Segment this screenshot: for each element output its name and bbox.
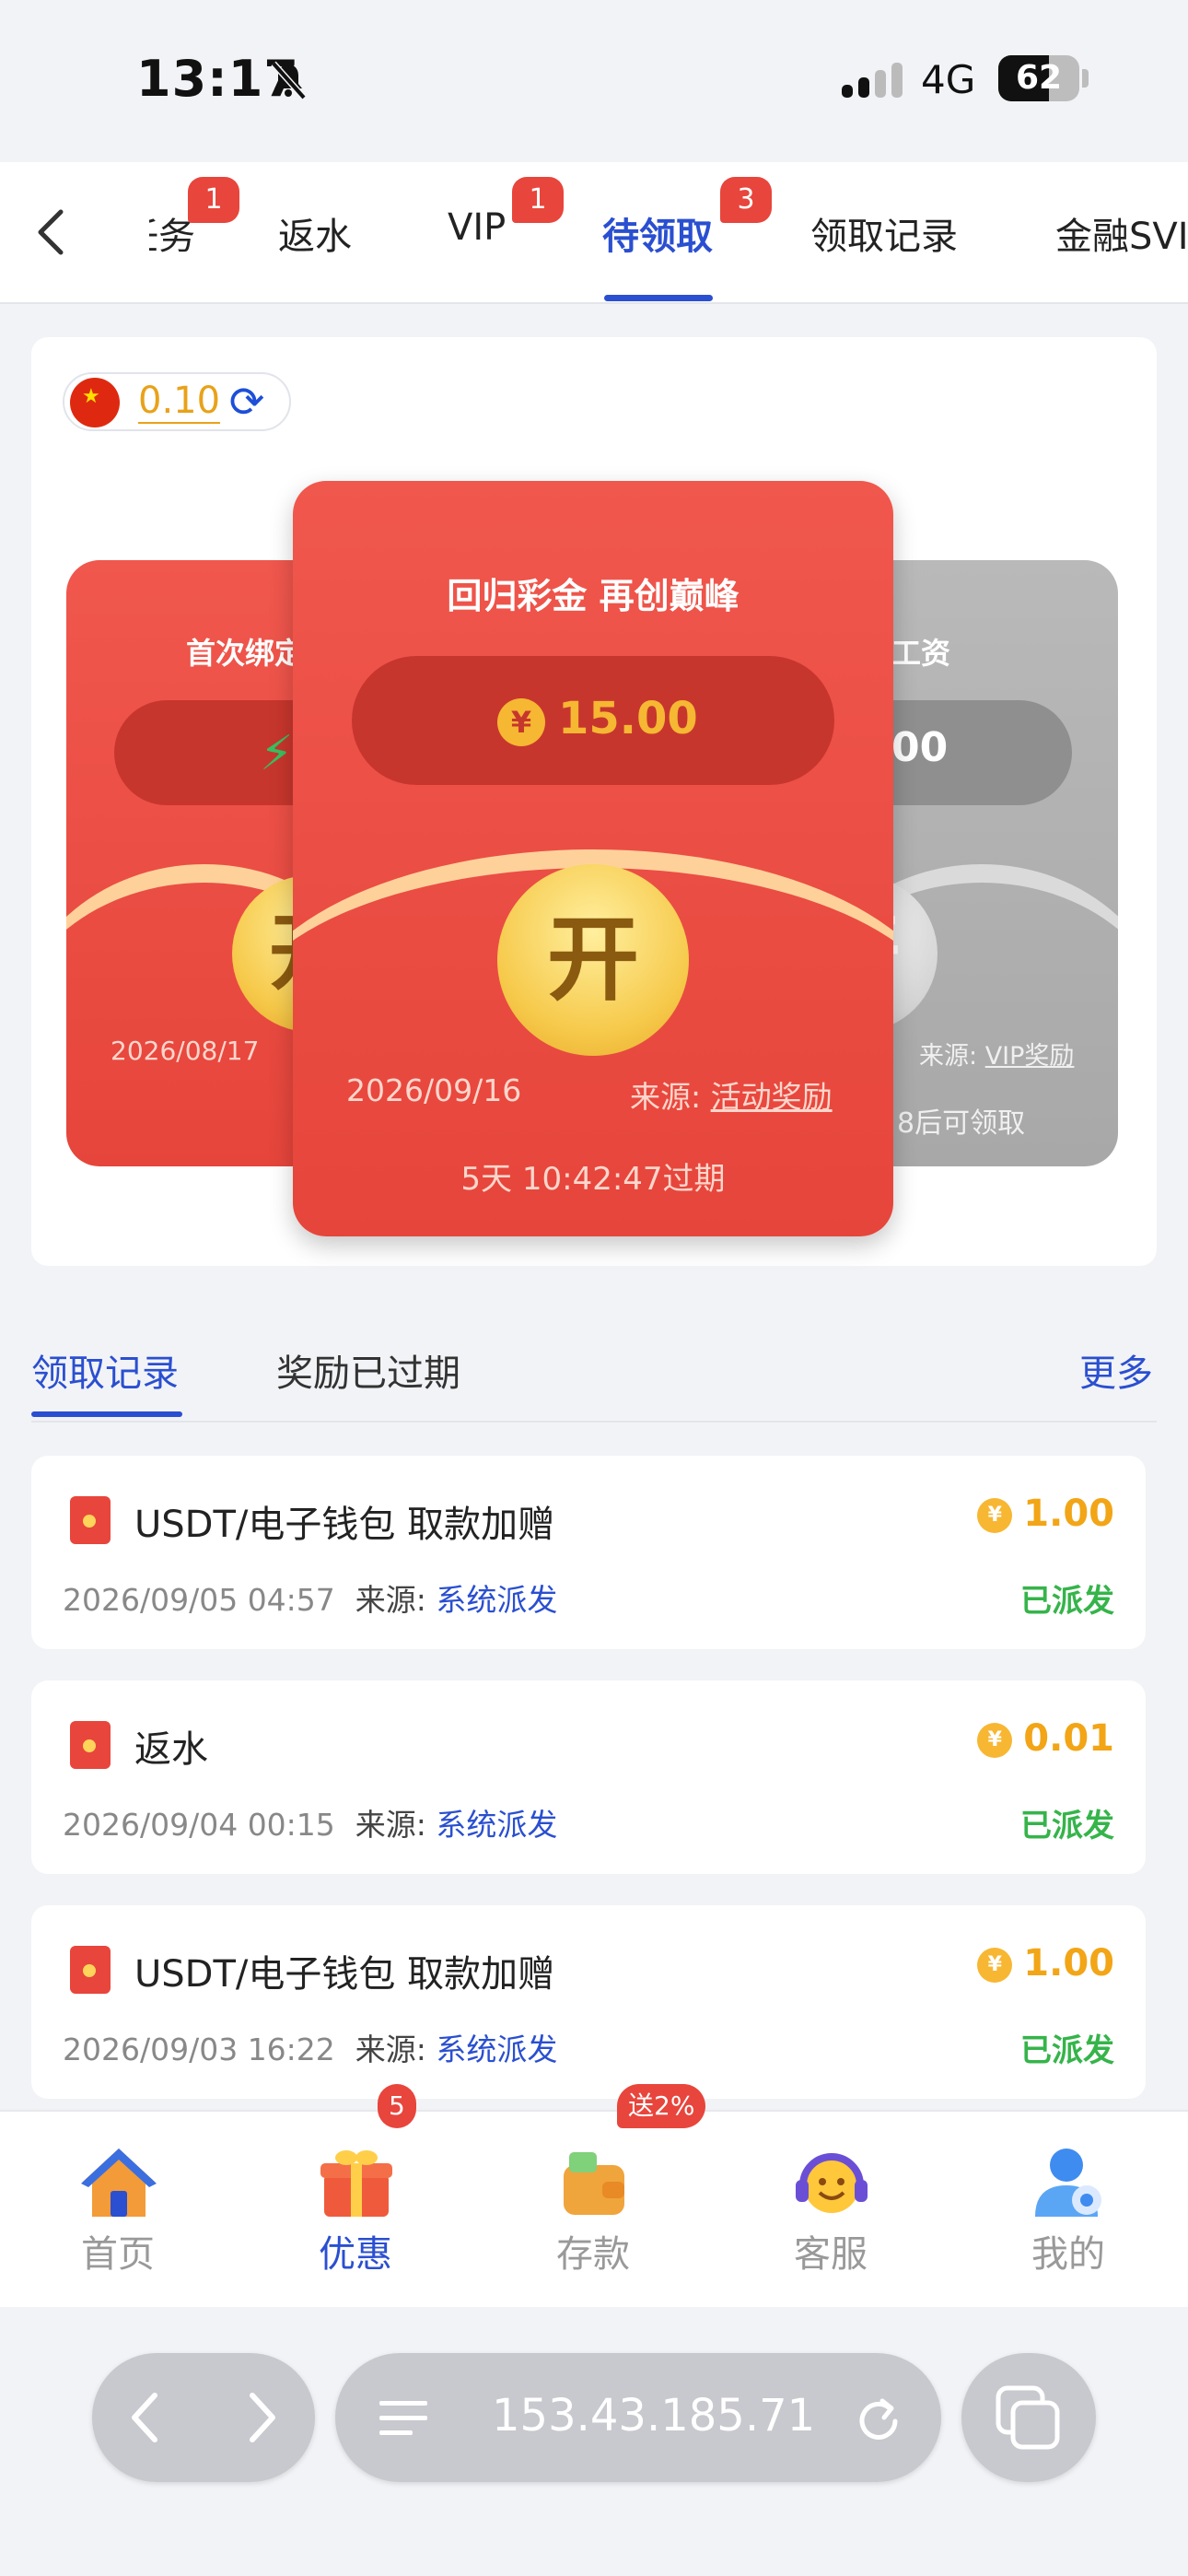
envelope-center-open-button[interactable]: 开	[497, 864, 689, 1056]
envelope-right-title: 工资	[891, 636, 951, 671]
nav-promotions-badge: 5	[378, 2084, 416, 2128]
record-amount: ¥1.00	[977, 1493, 1114, 1535]
record-meta: 2026/09/05 04:57 来源: 系统派发	[63, 1582, 558, 1618]
nav-deposit-label: 存款	[556, 2233, 630, 2276]
subtab-claim-history[interactable]: 领取记录	[31, 1343, 179, 1397]
record-meta: 2026/09/03 16:22 来源: 系统派发	[63, 2032, 558, 2067]
record-meta: 2026/09/04 00:15 来源: 系统派发	[63, 1807, 558, 1843]
record-status: 已派发	[1020, 1583, 1114, 1620]
record-item[interactable]: USDT/电子钱包 取款加赠 2026/09/05 04:57 来源: 系统派发 …	[31, 1456, 1146, 1649]
subtab-expired[interactable]: 奖励已过期	[276, 1343, 460, 1397]
battery-percent: 62	[1015, 59, 1063, 97]
tab-finance-svip[interactable]: 金融SVIP	[1055, 206, 1188, 260]
refresh-icon[interactable]: ⟳	[221, 376, 273, 427]
browser-forward-icon[interactable]	[243, 2390, 280, 2445]
record-amount: ¥1.00	[977, 1942, 1114, 1985]
tab-tasks-badge: 1	[188, 177, 239, 223]
browser-history-buttons	[92, 2353, 315, 2482]
tab-tasks[interactable]: 任务	[149, 206, 195, 260]
record-amount: ¥0.01	[977, 1717, 1114, 1760]
battery-tip	[1082, 69, 1089, 88]
envelope-center-source: 来源: 活动奖励	[630, 1079, 833, 1115]
yen-icon: ¥	[977, 1498, 1013, 1533]
bell-muted-icon	[271, 61, 307, 100]
envelope-left-title: 首次绑定	[186, 636, 305, 671]
tabs-icon	[996, 2385, 1060, 2450]
tab-vip-badge: 1	[512, 177, 564, 223]
record-title: USDT/电子钱包 取款加赠	[134, 1504, 555, 1546]
nav-home[interactable]: 首页	[26, 2112, 210, 2309]
network-type: 4G	[921, 57, 976, 102]
promo-tab-bar: 任务 1 返水 VIP 1 待领取 3 领取记录 金融SVIP	[0, 162, 1188, 304]
lightning-icon: ⚡	[260, 726, 294, 781]
nav-home-label: 首页	[81, 2233, 155, 2276]
back-chevron-icon[interactable]	[33, 206, 70, 258]
balance-value: 0.10	[138, 380, 221, 424]
nav-promotions[interactable]: 优惠	[263, 2112, 448, 2309]
record-title: USDT/电子钱包 取款加赠	[134, 1953, 555, 1996]
china-flag-icon: ★	[70, 378, 120, 427]
record-title: 返水	[134, 1728, 208, 1771]
envelope-center-title: 回归彩金 再创巅峰	[447, 576, 740, 616]
red-envelope-icon	[70, 1721, 111, 1769]
reload-icon[interactable]	[855, 2394, 903, 2445]
nav-profile-label: 我的	[1031, 2233, 1105, 2276]
user-icon	[1035, 2149, 1101, 2217]
nav-support-label: 客服	[794, 2233, 868, 2276]
record-item[interactable]: USDT/电子钱包 取款加赠 2026/09/03 16:22 来源: 系统派发 …	[31, 1905, 1146, 2099]
record-item[interactable]: 返水 2026/09/04 00:15 来源: 系统派发 ¥0.01 已派发	[31, 1680, 1146, 1874]
tab-rebate[interactable]: 返水	[278, 206, 352, 260]
battery-icon: 62	[998, 55, 1079, 101]
menu-lines-icon[interactable]	[379, 2397, 427, 2438]
envelope-center[interactable]: 回归彩金 再创巅峰 ¥ 15.00 开 2026/09/16 来源: 活动奖励 …	[293, 481, 893, 1236]
envelope-left-date: 2026/08/17	[111, 1036, 260, 1066]
subtab-divider	[31, 1421, 1157, 1423]
nav-deposit-badge: 送2%	[617, 2084, 706, 2128]
tab-pending-badge: 3	[720, 177, 772, 223]
browser-url: 153.43.185.71	[492, 2390, 816, 2441]
red-envelope-icon	[70, 1946, 111, 1994]
nav-deposit[interactable]: 存款	[501, 2112, 685, 2309]
tab-claim-history[interactable]: 领取记录	[810, 206, 958, 260]
record-status: 已派发	[1020, 1808, 1114, 1844]
envelope-center-expiry: 5天 10:42:47过期	[460, 1161, 726, 1198]
envelope-right-source: 来源: VIP奖励	[919, 1042, 1075, 1071]
red-envelope-icon	[70, 1496, 111, 1544]
balance-pill: ★ 0.10 ⟳	[63, 372, 291, 431]
browser-tabs-button[interactable]	[961, 2353, 1096, 2482]
record-subtabs: 领取记录 奖励已过期 更多	[0, 1317, 1188, 1421]
browser-address-bar[interactable]: 153.43.185.71	[335, 2353, 941, 2482]
subtab-indicator	[31, 1411, 182, 1417]
signal-icon	[842, 63, 903, 98]
yen-icon: ¥	[977, 1948, 1013, 1983]
record-status: 已派发	[1020, 2032, 1114, 2069]
more-link[interactable]: 更多	[1079, 1343, 1153, 1397]
envelope-right-amount: 00	[891, 724, 949, 771]
nav-profile[interactable]: 我的	[976, 2112, 1160, 2309]
envelope-center-date: 2026/09/16	[346, 1072, 522, 1108]
browser-back-icon[interactable]	[127, 2390, 164, 2445]
wallet-icon	[564, 2152, 624, 2215]
yen-icon: ¥	[977, 1723, 1013, 1758]
gift-icon	[320, 2150, 392, 2217]
tab-vip[interactable]: VIP	[448, 206, 506, 249]
active-tab-indicator	[604, 295, 713, 301]
status-bar: 13:17 4G 62	[0, 0, 1188, 162]
envelope-center-amount: 15.00	[558, 693, 698, 744]
tab-pending[interactable]: 待领取	[602, 206, 713, 260]
bottom-nav: 首页 优惠 5 存款 送2% 客服 我的	[0, 2084, 1188, 2309]
home-icon	[81, 2149, 157, 2217]
headset-icon	[796, 2153, 868, 2213]
nav-promotions-label: 优惠	[319, 2233, 392, 2276]
yen-coin-icon: ¥	[497, 698, 545, 746]
envelope-right-note: 8后可领取	[897, 1107, 1026, 1140]
nav-support[interactable]: 客服	[739, 2112, 923, 2309]
browser-toolbar: 153.43.185.71	[0, 2307, 1188, 2576]
